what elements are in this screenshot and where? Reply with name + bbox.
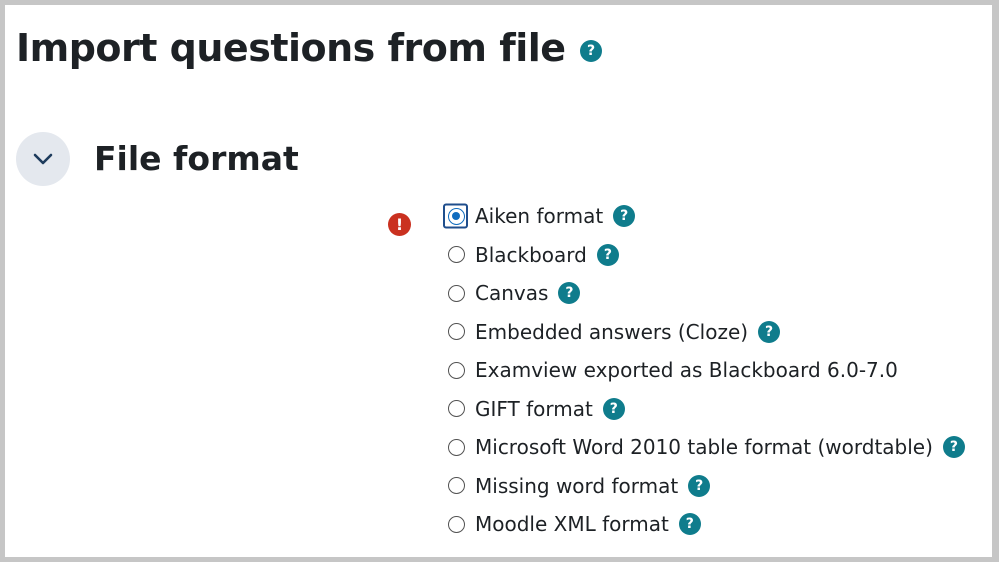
radio-missing-word[interactable]: [448, 477, 465, 495]
radio-wordtable[interactable]: [448, 438, 465, 456]
question-circle-icon[interactable]: ?: [613, 205, 636, 228]
file-format-label[interactable]: Blackboard: [475, 243, 587, 267]
page-frame: Import questions from file ? File format…: [5, 5, 992, 557]
radio-blackboard[interactable]: [448, 246, 465, 264]
section-collapse-toggle[interactable]: [16, 132, 70, 186]
file-format-option[interactable]: GIFT format ?: [445, 390, 965, 429]
radio-aiken-format[interactable]: [448, 207, 465, 225]
file-format-option[interactable]: Embedded answers (Cloze) ?: [445, 313, 965, 352]
question-circle-icon[interactable]: ?: [596, 243, 619, 266]
file-format-label[interactable]: Missing word format: [475, 474, 678, 498]
file-format-option[interactable]: Blackboard ?: [445, 236, 965, 275]
file-format-label[interactable]: Aiken format: [475, 204, 603, 228]
file-format-label[interactable]: Microsoft Word 2010 table format (wordta…: [475, 435, 933, 459]
radio-moodle-xml[interactable]: [448, 515, 465, 533]
file-format-label[interactable]: GIFT format: [475, 397, 593, 421]
file-format-label[interactable]: Canvas: [475, 281, 548, 305]
question-circle-icon[interactable]: ?: [942, 436, 965, 459]
file-format-option[interactable]: Missing word format ?: [445, 467, 965, 506]
chevron-down-icon: [33, 153, 53, 165]
file-format-label[interactable]: Moodle XML format: [475, 512, 669, 536]
file-format-option[interactable]: Aiken format ?: [443, 197, 965, 236]
exclamation-circle-icon: !: [388, 213, 411, 236]
question-circle-icon[interactable]: ?: [602, 397, 625, 420]
question-circle-icon[interactable]: ?: [688, 474, 711, 497]
file-format-option[interactable]: Microsoft Word 2010 table format (wordta…: [445, 428, 965, 467]
file-format-label[interactable]: Embedded answers (Cloze): [475, 320, 748, 344]
radio-examview[interactable]: [448, 361, 465, 379]
file-format-radio-group: Aiken format ? Blackboard ? Canvas ? Emb…: [443, 197, 965, 544]
file-format-option[interactable]: Moodle XML format ?: [445, 505, 965, 544]
question-circle-icon[interactable]: ?: [758, 320, 781, 343]
question-circle-icon[interactable]: ?: [558, 282, 581, 305]
question-circle-icon[interactable]: ?: [678, 513, 701, 536]
file-format-option[interactable]: Examview exported as Blackboard 6.0-7.0: [445, 351, 965, 390]
radio-embedded-answers[interactable]: [448, 323, 465, 341]
page-title: Import questions from file: [16, 26, 566, 70]
section-title: File format: [94, 139, 299, 178]
file-format-label[interactable]: Examview exported as Blackboard 6.0-7.0: [475, 358, 898, 382]
radio-canvas[interactable]: [448, 284, 465, 302]
radio-gift-format[interactable]: [448, 400, 465, 418]
question-circle-icon[interactable]: ?: [580, 40, 602, 62]
file-format-option[interactable]: Canvas ?: [445, 274, 965, 313]
